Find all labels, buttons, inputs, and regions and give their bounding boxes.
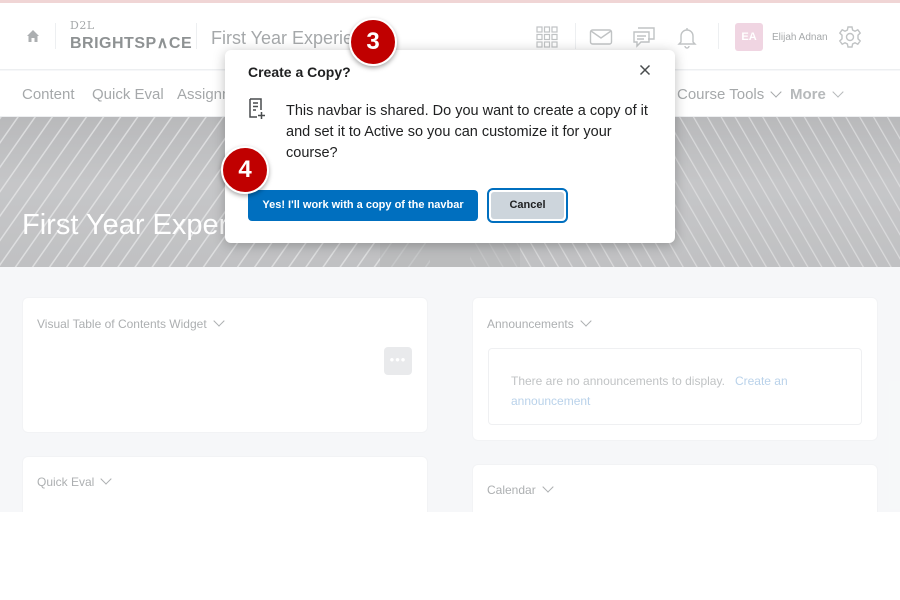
create-copy-confirm-button[interactable]: Yes! I'll work with a copy of the navbar <box>248 190 478 221</box>
screen: D2L BRIGHTSP∧CE First Year Experie EA El… <box>0 0 900 512</box>
cancel-button[interactable]: Cancel <box>487 188 568 223</box>
step-badge-3: 3 <box>349 18 397 66</box>
close-icon[interactable] <box>638 63 652 77</box>
dialog-message: This navbar is shared. Do you want to cr… <box>286 103 648 161</box>
create-copy-dialog: Create a Copy? This navbar is shared. Do… <box>225 50 675 243</box>
dialog-title: Create a Copy? <box>248 64 351 80</box>
cancel-button-label: Cancel <box>491 192 564 219</box>
step-badge-4: 4 <box>221 146 269 194</box>
document-add-icon <box>249 98 265 119</box>
